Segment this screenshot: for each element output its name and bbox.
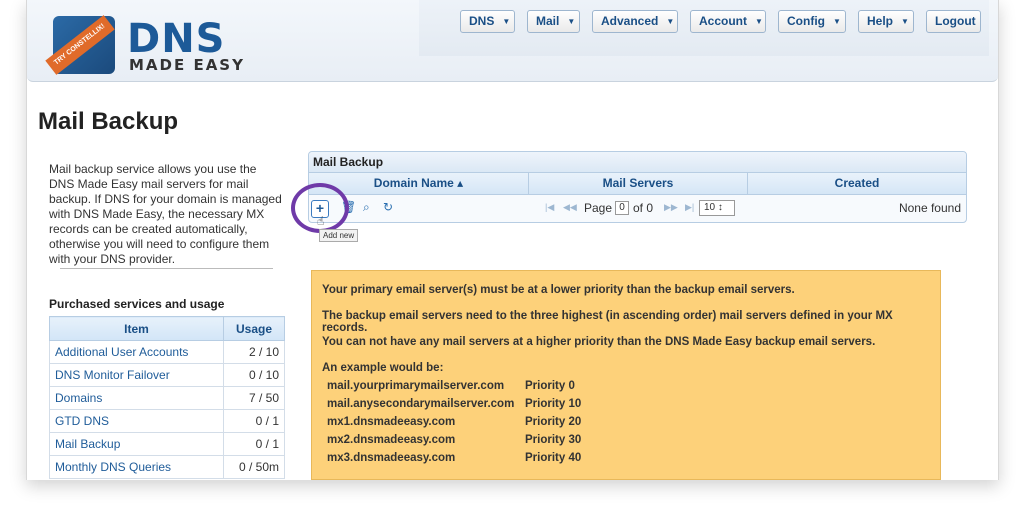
table-row: Domains 7 / 50 bbox=[49, 386, 285, 410]
col-created-header[interactable]: Created bbox=[748, 173, 966, 194]
usage-value: 0 / 10 bbox=[223, 363, 285, 387]
example-priority: Priority 10 bbox=[525, 398, 582, 410]
example-priority: Priority 40 bbox=[525, 452, 582, 464]
chevron-down-icon: ▼ bbox=[502, 17, 511, 26]
col-item-header: Item bbox=[49, 316, 224, 341]
nav-dns-menu[interactable]: DNS ▼ bbox=[460, 10, 515, 33]
mx-priority-note: Your primary email server(s) must be at … bbox=[311, 270, 941, 480]
usage-item-link[interactable]: Mail Backup bbox=[49, 432, 224, 456]
table-row: DNS Monitor Failover 0 / 10 bbox=[49, 363, 285, 387]
usage-value: 0 / 50m bbox=[223, 455, 285, 479]
divider bbox=[60, 268, 273, 269]
col-mail-servers-header[interactable]: Mail Servers bbox=[529, 173, 748, 194]
example-title: An example would be: bbox=[322, 362, 444, 374]
table-header-row: Item Usage bbox=[49, 316, 285, 341]
usage-value: 7 / 50 bbox=[223, 386, 285, 410]
header: TRY CONSTELLIX! DNS MADE EASY DNS ▼ Mail ▼… bbox=[27, 0, 998, 82]
usage-item-link[interactable]: Domains bbox=[49, 386, 224, 410]
example-priority: Priority 0 bbox=[525, 380, 575, 392]
table-row: Mail Backup 0 / 1 bbox=[49, 432, 285, 456]
search-icon[interactable]: ⌕ bbox=[363, 200, 370, 215]
usage-item-link[interactable]: Monthly DNS Queries bbox=[49, 455, 224, 479]
chevron-down-icon: ▼ bbox=[567, 17, 576, 26]
last-page-icon[interactable]: ▶| bbox=[685, 202, 694, 213]
usage-table: Item Usage Additional User Accounts 2 / 1… bbox=[49, 316, 285, 479]
table-row: Monthly DNS Queries 0 / 50m bbox=[49, 455, 285, 479]
note-line-1: Your primary email server(s) must be at … bbox=[322, 284, 795, 296]
intro-text: Mail backup service allows you use the D… bbox=[49, 162, 282, 266]
grid-header-row: Domain Name ▴ Mail Servers Created bbox=[309, 173, 966, 195]
usage-item-link[interactable]: DNS Monitor Failover bbox=[49, 363, 224, 387]
purchased-services-title: Purchased services and usage bbox=[49, 297, 225, 311]
table-row: GTD DNS 0 / 1 bbox=[49, 409, 285, 433]
nav-advanced-menu[interactable]: Advanced ▼ bbox=[592, 10, 678, 33]
example-server: mail.anysecondarymailserver.com bbox=[327, 398, 515, 410]
dnsmadeeasy-logo[interactable]: TRY CONSTELLIX! DNS MADE EASY bbox=[41, 14, 261, 76]
refresh-icon[interactable]: ↻ bbox=[383, 200, 393, 214]
chevron-down-icon: ▼ bbox=[755, 17, 763, 26]
usage-item-link[interactable]: Additional User Accounts bbox=[49, 340, 224, 364]
usage-value: 0 / 1 bbox=[223, 409, 285, 433]
chevron-down-icon: ▼ bbox=[666, 17, 675, 26]
nav-account-menu[interactable]: Account ▼ bbox=[690, 10, 766, 33]
example-server: mx3.dnsmadeeasy.com bbox=[327, 452, 456, 464]
usage-value: 0 / 1 bbox=[223, 432, 285, 456]
records-status: None found bbox=[898, 201, 961, 215]
app-window: TRY CONSTELLIX! DNS MADE EASY DNS ▼ Mail ▼… bbox=[26, 0, 999, 480]
example-server: mail.yourprimarymailserver.com bbox=[327, 380, 505, 392]
page-size-select[interactable]: 10 ↕ bbox=[699, 200, 735, 216]
example-server: mx1.dnsmadeeasy.com bbox=[327, 416, 456, 428]
page-label: Page bbox=[584, 201, 613, 215]
first-page-icon[interactable]: |◀ bbox=[545, 202, 554, 213]
example-server: mx2.dnsmadeeasy.com bbox=[327, 434, 456, 446]
next-page-icon[interactable]: ▶▶ bbox=[664, 202, 678, 213]
example-priority: Priority 20 bbox=[525, 416, 582, 428]
table-row: Additional User Accounts 2 / 10 bbox=[49, 340, 285, 364]
logo-subtext: MADE EASY bbox=[129, 56, 245, 74]
nav-strip: DNS ▼ Mail ▼ Advanced ▼ Account ▼ Config ▼ He… bbox=[419, 0, 989, 56]
col-usage-header: Usage bbox=[223, 316, 285, 341]
nav-config-menu[interactable]: Config ▼ bbox=[778, 10, 846, 33]
note-line-2: The backup email servers need to the thr… bbox=[322, 310, 893, 334]
page-total-label: of 0 bbox=[633, 201, 654, 215]
grid-pager: 🗑 ⌕ ↻ |◀ ◀◀ Page 0 of 0 ▶▶ ▶| 10 ↕ None … bbox=[309, 195, 966, 222]
example-priority: Priority 30 bbox=[525, 434, 582, 446]
usage-item-link[interactable]: GTD DNS bbox=[49, 409, 224, 433]
usage-value: 2 / 10 bbox=[223, 340, 285, 364]
nav-mail-menu[interactable]: Mail ▼ bbox=[527, 10, 580, 33]
grid-caption: Mail Backup bbox=[309, 152, 966, 173]
nav-help-menu[interactable]: Help ▼ bbox=[858, 10, 914, 33]
note-line-3: You can not have any mail servers at a h… bbox=[322, 336, 876, 348]
logout-button[interactable]: Logout bbox=[926, 10, 981, 33]
chevron-down-icon: ▼ bbox=[901, 17, 909, 26]
hand-cursor-icon: ☝ bbox=[317, 214, 325, 228]
page-number-input[interactable]: 0 bbox=[615, 201, 629, 215]
add-new-tooltip: Add new bbox=[319, 229, 359, 242]
page-title: Mail Backup bbox=[38, 108, 179, 135]
mail-backup-grid: Mail Backup Domain Name ▴ Mail Servers C… bbox=[308, 151, 967, 223]
prev-page-icon[interactable]: ◀◀ bbox=[563, 202, 577, 213]
chevron-down-icon: ▼ bbox=[833, 17, 841, 26]
